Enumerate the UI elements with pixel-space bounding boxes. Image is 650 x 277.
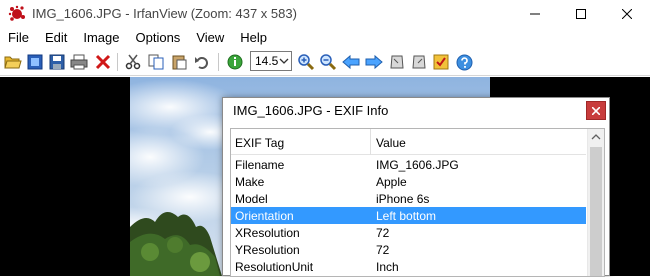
minimize-button[interactable] — [512, 0, 558, 28]
zoom-in-icon — [298, 54, 315, 71]
dialog-title: IMG_1606.JPG - EXIF Info — [233, 103, 389, 118]
toolbar-separator — [117, 53, 118, 71]
exif-rows: Filename IMG_1606.JPG Make Apple Model i… — [231, 156, 586, 275]
zoom-in-button[interactable] — [296, 52, 316, 72]
copy-button[interactable] — [146, 52, 166, 72]
list-item-selected[interactable]: Orientation Left bottom — [231, 207, 586, 224]
menu-edit[interactable]: Edit — [37, 28, 75, 48]
window-title: IMG_1606.JPG - IrfanView (Zoom: 437 x 58… — [32, 6, 297, 21]
info-button[interactable] — [225, 52, 245, 72]
irfanview-logo-icon — [8, 5, 25, 21]
close-icon — [592, 106, 600, 115]
menu-bar: File Edit Image Options View Help — [0, 28, 650, 48]
open-button[interactable] — [3, 52, 23, 72]
menu-options[interactable]: Options — [128, 28, 189, 48]
exif-value: Apple — [376, 175, 407, 189]
rotate-left-icon — [390, 55, 404, 69]
checklist-icon — [433, 54, 449, 70]
help-icon — [456, 54, 472, 70]
help-button[interactable] — [454, 52, 474, 72]
column-header-value[interactable]: Value — [376, 136, 406, 150]
arrow-left-icon — [342, 54, 360, 70]
menu-file[interactable]: File — [0, 28, 37, 48]
exif-list[interactable]: EXIF Tag Value Filename IMG_1606.JPG Mak… — [230, 128, 605, 277]
scrollbar-thumb[interactable] — [590, 147, 602, 276]
close-icon — [622, 9, 632, 19]
list-item[interactable]: Model iPhone 6s — [231, 190, 586, 207]
zoom-out-icon — [320, 54, 337, 71]
exif-tag: ResolutionUnit — [235, 260, 314, 274]
zoom-select[interactable]: 14.5 — [250, 51, 292, 71]
undo-icon — [195, 57, 208, 69]
vertical-scrollbar[interactable] — [587, 129, 604, 276]
rotate-right-button[interactable] — [409, 52, 429, 72]
exif-tag: Make — [235, 175, 265, 189]
menu-view[interactable]: View — [188, 28, 232, 48]
cut-button[interactable] — [123, 52, 143, 72]
exif-tag: Filename — [235, 158, 285, 172]
list-item[interactable]: ResolutionUnit Inch — [231, 258, 586, 275]
save-button[interactable] — [47, 52, 67, 72]
exif-value: Left bottom — [376, 209, 437, 223]
exif-value: IMG_1606.JPG — [376, 158, 459, 172]
zoom-out-button[interactable] — [318, 52, 338, 72]
paste-button[interactable] — [169, 52, 189, 72]
exif-tag: XResolution — [235, 226, 300, 240]
scroll-up-icon[interactable] — [588, 129, 604, 145]
scissors-icon — [125, 54, 141, 70]
save-icon — [49, 54, 65, 70]
undo-button[interactable] — [192, 52, 212, 72]
delete-button[interactable] — [93, 52, 113, 72]
properties-button[interactable] — [431, 52, 451, 72]
list-item[interactable]: XResolution 72 — [231, 224, 586, 241]
slideshow-button[interactable] — [25, 52, 45, 72]
menu-image[interactable]: Image — [75, 28, 127, 48]
column-header-tag[interactable]: EXIF Tag — [235, 136, 284, 150]
maximize-icon — [576, 9, 586, 19]
exif-value: iPhone 6s — [376, 192, 430, 206]
chevron-down-icon — [279, 58, 289, 64]
exif-value: 72 — [376, 243, 390, 257]
folder-open-icon — [4, 56, 22, 69]
previous-button[interactable] — [341, 52, 361, 72]
irfanview-window: IMG_1606.JPG - IrfanView (Zoom: 437 x 58… — [0, 0, 650, 277]
paste-icon — [172, 55, 187, 70]
delete-x-icon — [95, 54, 111, 70]
zoom-value: 14.5 — [255, 54, 279, 68]
list-header: EXIF Tag Value — [231, 129, 586, 155]
toolbar: 14.5 — [0, 48, 650, 76]
exif-tag: Model — [235, 192, 268, 206]
column-divider[interactable] — [370, 129, 371, 155]
close-window-button[interactable] — [604, 0, 650, 28]
exif-value: 72 — [376, 226, 390, 240]
exif-info-dialog: IMG_1606.JPG - EXIF Info EXIF Tag Value … — [222, 97, 610, 277]
info-icon — [227, 54, 243, 70]
title-bar[interactable]: IMG_1606.JPG - IrfanView (Zoom: 437 x 58… — [0, 0, 650, 28]
rotate-right-icon — [412, 55, 426, 69]
menu-help[interactable]: Help — [232, 28, 275, 48]
list-item[interactable]: Filename IMG_1606.JPG — [231, 156, 586, 173]
filmstrip-icon — [27, 54, 43, 70]
list-item[interactable]: YResolution 72 — [231, 241, 586, 258]
exif-tag: Orientation — [235, 209, 294, 223]
minimize-icon — [530, 13, 540, 15]
print-button[interactable] — [69, 52, 89, 72]
rotate-left-button[interactable] — [387, 52, 407, 72]
printer-icon — [70, 54, 88, 70]
next-button[interactable] — [364, 52, 384, 72]
dialog-close-button[interactable] — [586, 101, 606, 120]
copy-icon — [148, 54, 164, 70]
exif-tag: YResolution — [235, 243, 300, 257]
exif-value: Inch — [376, 260, 399, 274]
arrow-right-icon — [365, 54, 383, 70]
toolbar-separator — [218, 53, 219, 71]
maximize-button[interactable] — [558, 0, 604, 28]
list-item[interactable]: Make Apple — [231, 173, 586, 190]
